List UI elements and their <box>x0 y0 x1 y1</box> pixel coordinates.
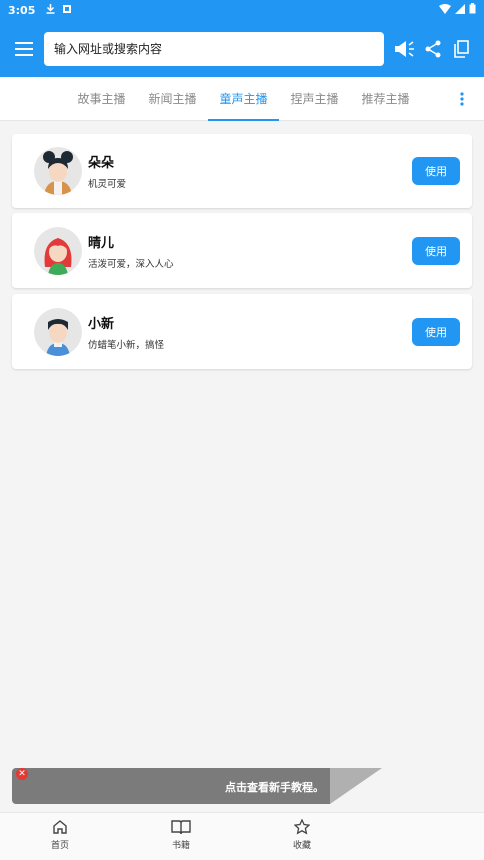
tab-story-anchor[interactable]: 故事主播 <box>66 77 137 121</box>
anchor-card: 晴儿 活泼可爱，深入人心 使用 <box>12 213 472 288</box>
megaphone-icon <box>395 40 414 57</box>
voice-broadcast-button[interactable] <box>394 38 416 60</box>
status-time: 3:05 <box>8 3 36 17</box>
tutorial-toast[interactable]: ✕ 点击查看新手教程。 <box>12 768 382 804</box>
nav-books-label: 书籍 <box>171 841 190 851</box>
nav-favorites[interactable]: 收藏 <box>272 819 332 851</box>
anchor-name: 晴儿 <box>88 236 115 251</box>
copy-button[interactable] <box>450 38 472 60</box>
anchor-description: 机灵可爱 <box>88 179 127 190</box>
anchor-name: 朵朵 <box>88 156 115 171</box>
wifi-icon <box>439 3 451 17</box>
boy-avatar <box>34 308 82 356</box>
anchor-card: 小新 仿蜡笔小新，搞怪 使用 <box>12 294 472 369</box>
close-icon[interactable]: ✕ <box>16 768 28 780</box>
girl-bun-avatar <box>34 147 82 195</box>
tutorial-message: 点击查看新手教程。 <box>225 781 324 794</box>
home-icon <box>53 820 67 834</box>
signal-icon <box>455 3 465 17</box>
bottom-navigation: 首页 书籍 收藏 <box>0 812 484 860</box>
more-options-button[interactable] <box>454 91 470 107</box>
use-button[interactable]: 使用 <box>412 318 460 346</box>
anchor-description: 活泼可爱，深入人心 <box>88 259 174 270</box>
use-button[interactable]: 使用 <box>412 237 460 265</box>
tab-child-voice-anchor[interactable]: 童声主播 <box>208 77 279 121</box>
more-vert-icon <box>460 92 464 106</box>
share-icon <box>425 40 441 57</box>
star-icon <box>294 819 310 835</box>
nav-home[interactable]: 首页 <box>30 819 90 851</box>
share-button[interactable] <box>422 38 444 60</box>
search-input[interactable]: 输入网址或搜索内容 <box>44 31 384 66</box>
search-placeholder: 输入网址或搜索内容 <box>54 42 163 56</box>
status-bar: 3:05 <box>0 0 484 20</box>
copy-icon <box>454 39 469 58</box>
notification-icon <box>62 4 72 17</box>
anchor-card: 朵朵 机灵可爱 使用 <box>12 134 472 208</box>
anchor-description: 仿蜡笔小新，搞怪 <box>88 340 165 351</box>
app-bar: 输入网址或搜索内容 <box>0 20 484 77</box>
nav-home-label: 首页 <box>50 841 69 851</box>
battery-icon <box>469 3 476 17</box>
nav-books[interactable]: 书籍 <box>151 819 211 851</box>
menu-button[interactable] <box>10 35 38 63</box>
anchor-tabs: 故事主播 新闻主播 童声主播 捏声主播 推荐主播 <box>0 77 484 121</box>
tab-recommended-anchor[interactable]: 推荐主播 <box>350 77 421 121</box>
book-icon <box>171 820 191 835</box>
hamburger-icon <box>15 41 33 56</box>
tab-pinch-voice-anchor[interactable]: 捏声主播 <box>279 77 350 121</box>
girl-red-hair-avatar <box>34 227 82 275</box>
anchor-name: 小新 <box>88 317 115 332</box>
use-button[interactable]: 使用 <box>412 157 460 185</box>
nav-favorites-label: 收藏 <box>292 841 311 851</box>
tab-news-anchor[interactable]: 新闻主播 <box>137 77 208 121</box>
download-icon <box>45 3 56 17</box>
